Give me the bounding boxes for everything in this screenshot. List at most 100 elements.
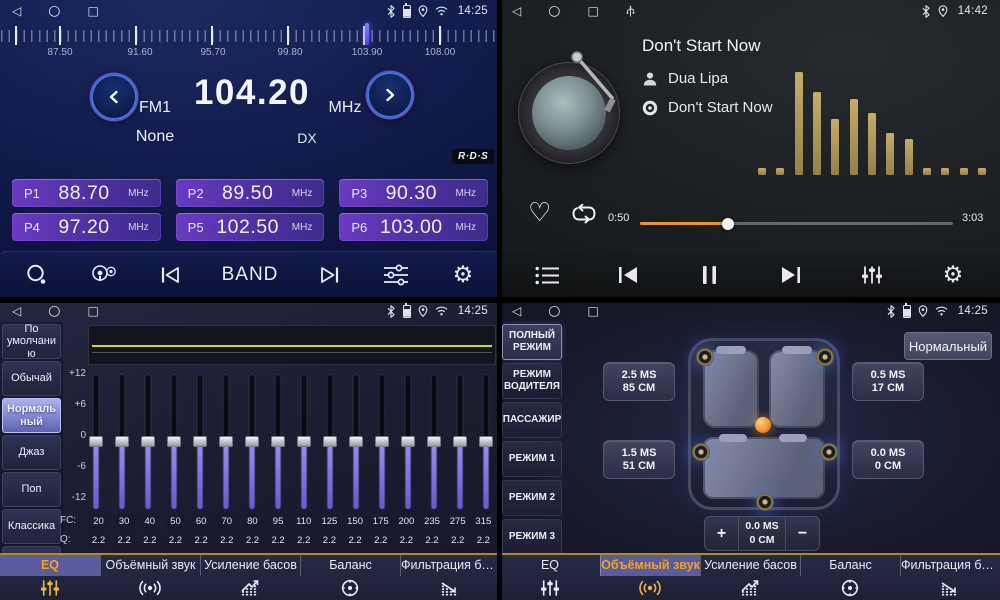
slider-thumb[interactable] — [219, 436, 233, 447]
back-icon[interactable]: ◁ — [12, 300, 21, 322]
home-icon[interactable]: ○ — [548, 0, 560, 22]
scan-button[interactable] — [22, 263, 52, 287]
tab-eq[interactable]: EQ — [500, 555, 600, 600]
q-value[interactable]: 2.2 — [191, 533, 212, 548]
mode-item[interactable]: РЕЖИМ 2 — [502, 480, 562, 516]
back-icon[interactable]: ◁ — [512, 300, 521, 322]
fc-value[interactable]: 150 — [345, 514, 366, 529]
eq-band-slider[interactable] — [348, 372, 364, 512]
broadcast-button[interactable] — [89, 263, 119, 287]
slider-thumb[interactable] — [323, 436, 337, 447]
eq-band-slider[interactable] — [296, 372, 312, 512]
eq-band-slider[interactable] — [374, 372, 390, 512]
fc-value[interactable]: 20 — [88, 514, 109, 529]
eq-band-slider[interactable] — [140, 372, 156, 512]
previous-station-button[interactable] — [155, 265, 185, 285]
fc-value[interactable]: 175 — [370, 514, 391, 529]
eq-preset-item[interactable]: Поп — [2, 472, 61, 507]
fc-value[interactable]: 235 — [422, 514, 443, 529]
mode-item[interactable]: ПАССАЖИР — [502, 402, 562, 438]
listening-position-marker[interactable] — [755, 417, 771, 433]
eq-preset-item[interactable]: По умолчанию — [2, 324, 61, 359]
eq-band-slider[interactable] — [218, 372, 234, 512]
tab-filter[interactable]: Фильтрация ба… — [900, 555, 1000, 600]
slider-thumb[interactable] — [375, 436, 389, 447]
fc-value[interactable]: 95 — [268, 514, 289, 529]
mode-item[interactable]: РЕЖИМ 3 — [502, 519, 562, 555]
mode-item[interactable]: ПОЛНЫЙ РЕЖИМ — [502, 324, 562, 360]
preset-button[interactable]: P1 88.70 MHz — [12, 179, 161, 207]
slider-thumb[interactable] — [349, 436, 363, 447]
preset-button[interactable]: P3 90.30 MHz — [339, 179, 488, 207]
front-left-speaker-icon[interactable] — [696, 348, 714, 366]
preset-button[interactable]: P4 97.20 MHz — [12, 213, 161, 241]
eq-preset-item[interactable]: Обычай — [2, 361, 61, 396]
eq-band-slider[interactable] — [322, 372, 338, 512]
repeat-button[interactable] — [570, 204, 598, 224]
slider-thumb[interactable] — [89, 436, 103, 447]
tab-surround[interactable]: Объёмный звук — [100, 555, 200, 600]
rear-left-speaker-icon[interactable] — [692, 443, 710, 461]
slider-thumb[interactable] — [193, 436, 207, 447]
recents-icon[interactable]: □ — [87, 300, 98, 322]
fc-value[interactable]: 30 — [114, 514, 135, 529]
q-value[interactable]: 2.2 — [319, 533, 340, 548]
tab-eq[interactable]: EQ — [0, 555, 100, 600]
sound-profile-button[interactable]: Нормальный — [904, 332, 992, 360]
eq-band-slider[interactable] — [244, 372, 260, 512]
rear-right-delay[interactable]: 0.0 MS 0 CM — [852, 440, 924, 479]
tab-balance[interactable]: Баланс — [800, 555, 900, 600]
fc-value[interactable]: 80 — [242, 514, 263, 529]
progress-thumb[interactable] — [722, 218, 734, 230]
eq-preset-item[interactable]: Джаз — [2, 435, 61, 470]
front-left-delay[interactable]: 2.5 MS 85 CM — [603, 362, 675, 401]
slider-thumb[interactable] — [245, 436, 259, 447]
tab-surround[interactable]: Объёмный звук — [600, 555, 700, 600]
slider-thumb[interactable] — [271, 436, 285, 447]
eq-preset-item[interactable]: Нормальный — [2, 398, 61, 433]
preset-button[interactable]: P2 89.50 MHz — [176, 179, 325, 207]
audio-settings-button[interactable] — [857, 265, 887, 285]
front-right-delay[interactable]: 0.5 MS 17 CM — [852, 362, 924, 401]
tab-balance[interactable]: Баланс — [300, 555, 400, 600]
front-right-speaker-icon[interactable] — [816, 348, 834, 366]
q-value[interactable]: 2.2 — [396, 533, 417, 548]
eq-band-slider[interactable] — [400, 372, 416, 512]
home-icon[interactable]: ○ — [48, 0, 60, 22]
eq-band-slider[interactable] — [426, 372, 442, 512]
slider-thumb[interactable] — [453, 436, 467, 447]
home-icon[interactable]: ○ — [48, 300, 60, 322]
fc-value[interactable]: 125 — [319, 514, 340, 529]
slider-thumb[interactable] — [141, 436, 155, 447]
mode-item[interactable]: РЕЖИМ ВОДИТЕЛЯ — [502, 363, 562, 399]
mode-item[interactable]: РЕЖИМ 1 — [502, 441, 562, 477]
recents-icon[interactable]: □ — [587, 0, 598, 22]
q-value[interactable]: 2.2 — [139, 533, 160, 548]
fc-value[interactable]: 70 — [216, 514, 237, 529]
q-value[interactable]: 2.2 — [216, 533, 237, 548]
audio-settings-button[interactable] — [381, 264, 411, 286]
tune-up-button[interactable] — [367, 72, 413, 118]
settings-button[interactable]: ⚙ — [938, 264, 968, 287]
q-value[interactable]: 2.2 — [473, 533, 494, 548]
back-icon[interactable]: ◁ — [512, 0, 521, 22]
next-track-button[interactable] — [776, 266, 806, 284]
q-value[interactable]: 2.2 — [345, 533, 366, 548]
rear-right-speaker-icon[interactable] — [820, 443, 838, 461]
back-icon[interactable]: ◁ — [12, 0, 21, 22]
q-value[interactable]: 2.2 — [114, 533, 135, 548]
q-value[interactable]: 2.2 — [165, 533, 186, 548]
tab-bass-boost[interactable]: Усиление басов — [700, 555, 800, 600]
fc-value[interactable]: 50 — [165, 514, 186, 529]
eq-band-slider[interactable] — [452, 372, 468, 512]
band-button[interactable]: BAND — [222, 264, 279, 286]
q-value[interactable]: 2.2 — [268, 533, 289, 548]
home-icon[interactable]: ○ — [548, 300, 560, 322]
q-value[interactable]: 2.2 — [370, 533, 391, 548]
eq-band-slider[interactable] — [114, 372, 130, 512]
delay-decrease-button[interactable]: − — [786, 517, 819, 550]
eq-band-slider[interactable] — [88, 372, 104, 512]
q-value[interactable]: 2.2 — [422, 533, 443, 548]
favorite-button[interactable]: ♡ — [528, 198, 551, 228]
slider-thumb[interactable] — [115, 436, 129, 447]
